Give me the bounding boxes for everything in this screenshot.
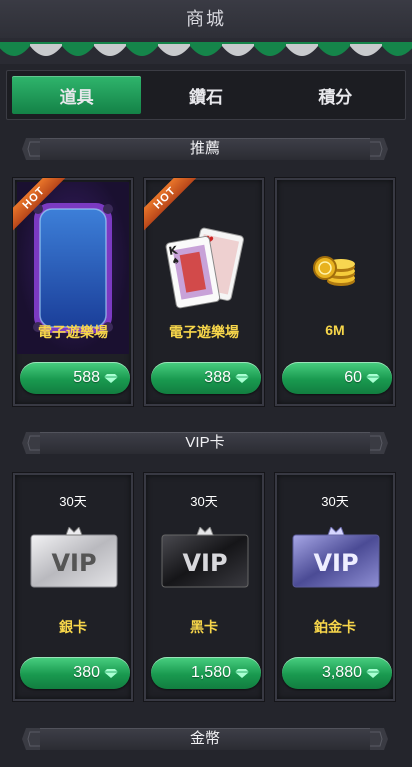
gold-coins-icon xyxy=(313,256,355,286)
buy-button[interactable]: 60 xyxy=(282,362,392,394)
tab-items[interactable]: 道具 xyxy=(12,76,142,114)
diamond-icon xyxy=(235,374,249,383)
buy-button[interactable]: 1,580 xyxy=(151,657,261,689)
tab-bar: 道具 鑽石 積分 xyxy=(6,70,406,120)
buy-button[interactable]: 388 xyxy=(151,362,261,394)
section-gold-header: 金幣 xyxy=(22,724,388,754)
diamond-icon xyxy=(104,669,118,678)
hot-badge: HOT xyxy=(144,178,198,232)
price-value: 60 xyxy=(344,369,362,386)
section-recommend-title: 推薦 xyxy=(189,140,220,157)
vip-label: 鉑金卡 xyxy=(314,619,356,635)
vip-silver-card-icon: VIP xyxy=(30,527,118,588)
product-label: 電子遊樂場 xyxy=(169,324,239,340)
section-vip-title: VIP卡 xyxy=(185,434,225,451)
section-vip-header: VIP卡 xyxy=(22,428,388,458)
section-gold-title: 金幣 xyxy=(189,730,220,747)
duration-label: 30天 xyxy=(190,494,218,509)
buy-button[interactable]: 588 xyxy=(20,362,130,394)
vip-label: 黑卡 xyxy=(190,619,218,635)
tab-diamonds[interactable]: 鑽石 xyxy=(141,76,270,114)
diamond-icon xyxy=(366,669,380,678)
hot-badge: HOT xyxy=(13,178,67,232)
awning-decoration xyxy=(0,38,412,64)
vip-platinum-card-icon: VIP xyxy=(292,527,380,588)
duration-label: 30天 xyxy=(59,494,87,509)
vip-black-card-icon: VIP xyxy=(161,527,249,588)
diamond-icon xyxy=(366,374,380,383)
vip-label: 銀卡 xyxy=(59,619,87,635)
product-label: 6M xyxy=(325,322,345,338)
svg-text:♠: ♠ xyxy=(171,256,181,267)
product-card-gold-coins[interactable]: 6M 60 xyxy=(275,178,395,406)
vip-card-platinum[interactable]: 30天 VIP 鉑金卡 3,880 xyxy=(275,473,395,701)
duration-label: 30天 xyxy=(321,494,349,509)
tab-points[interactable]: 積分 xyxy=(271,76,400,114)
price-value: 1,580 xyxy=(190,664,231,681)
vip-card-silver[interactable]: 30天 VIP 銀卡 380 xyxy=(13,473,133,701)
price-value: 3,880 xyxy=(321,664,362,681)
svg-text:VIP: VIP xyxy=(313,549,358,577)
product-card-slot-table[interactable]: HOT 電子遊樂場 588 xyxy=(13,178,133,406)
buy-button[interactable]: 3,880 xyxy=(282,657,392,689)
diamond-icon xyxy=(104,374,118,383)
page-title: 商城 xyxy=(0,0,412,38)
diamond-icon xyxy=(235,669,249,678)
buy-button[interactable]: 380 xyxy=(20,657,130,689)
price-value: 388 xyxy=(204,369,231,386)
section-recommend-header: 推薦 xyxy=(22,134,388,164)
price-value: 380 xyxy=(73,664,100,681)
playing-cards-icon: ♥ K ♠ xyxy=(165,227,244,309)
svg-text:VIP: VIP xyxy=(182,549,227,577)
product-label: 電子遊樂場 xyxy=(38,324,108,340)
vip-card-black[interactable]: 30天 VIP 黑卡 1,580 xyxy=(144,473,264,701)
price-value: 588 xyxy=(73,369,100,386)
svg-text:VIP: VIP xyxy=(51,549,96,577)
product-card-playing-cards[interactable]: ♥ K ♠ HOT 電子遊樂場 388 xyxy=(144,178,264,406)
